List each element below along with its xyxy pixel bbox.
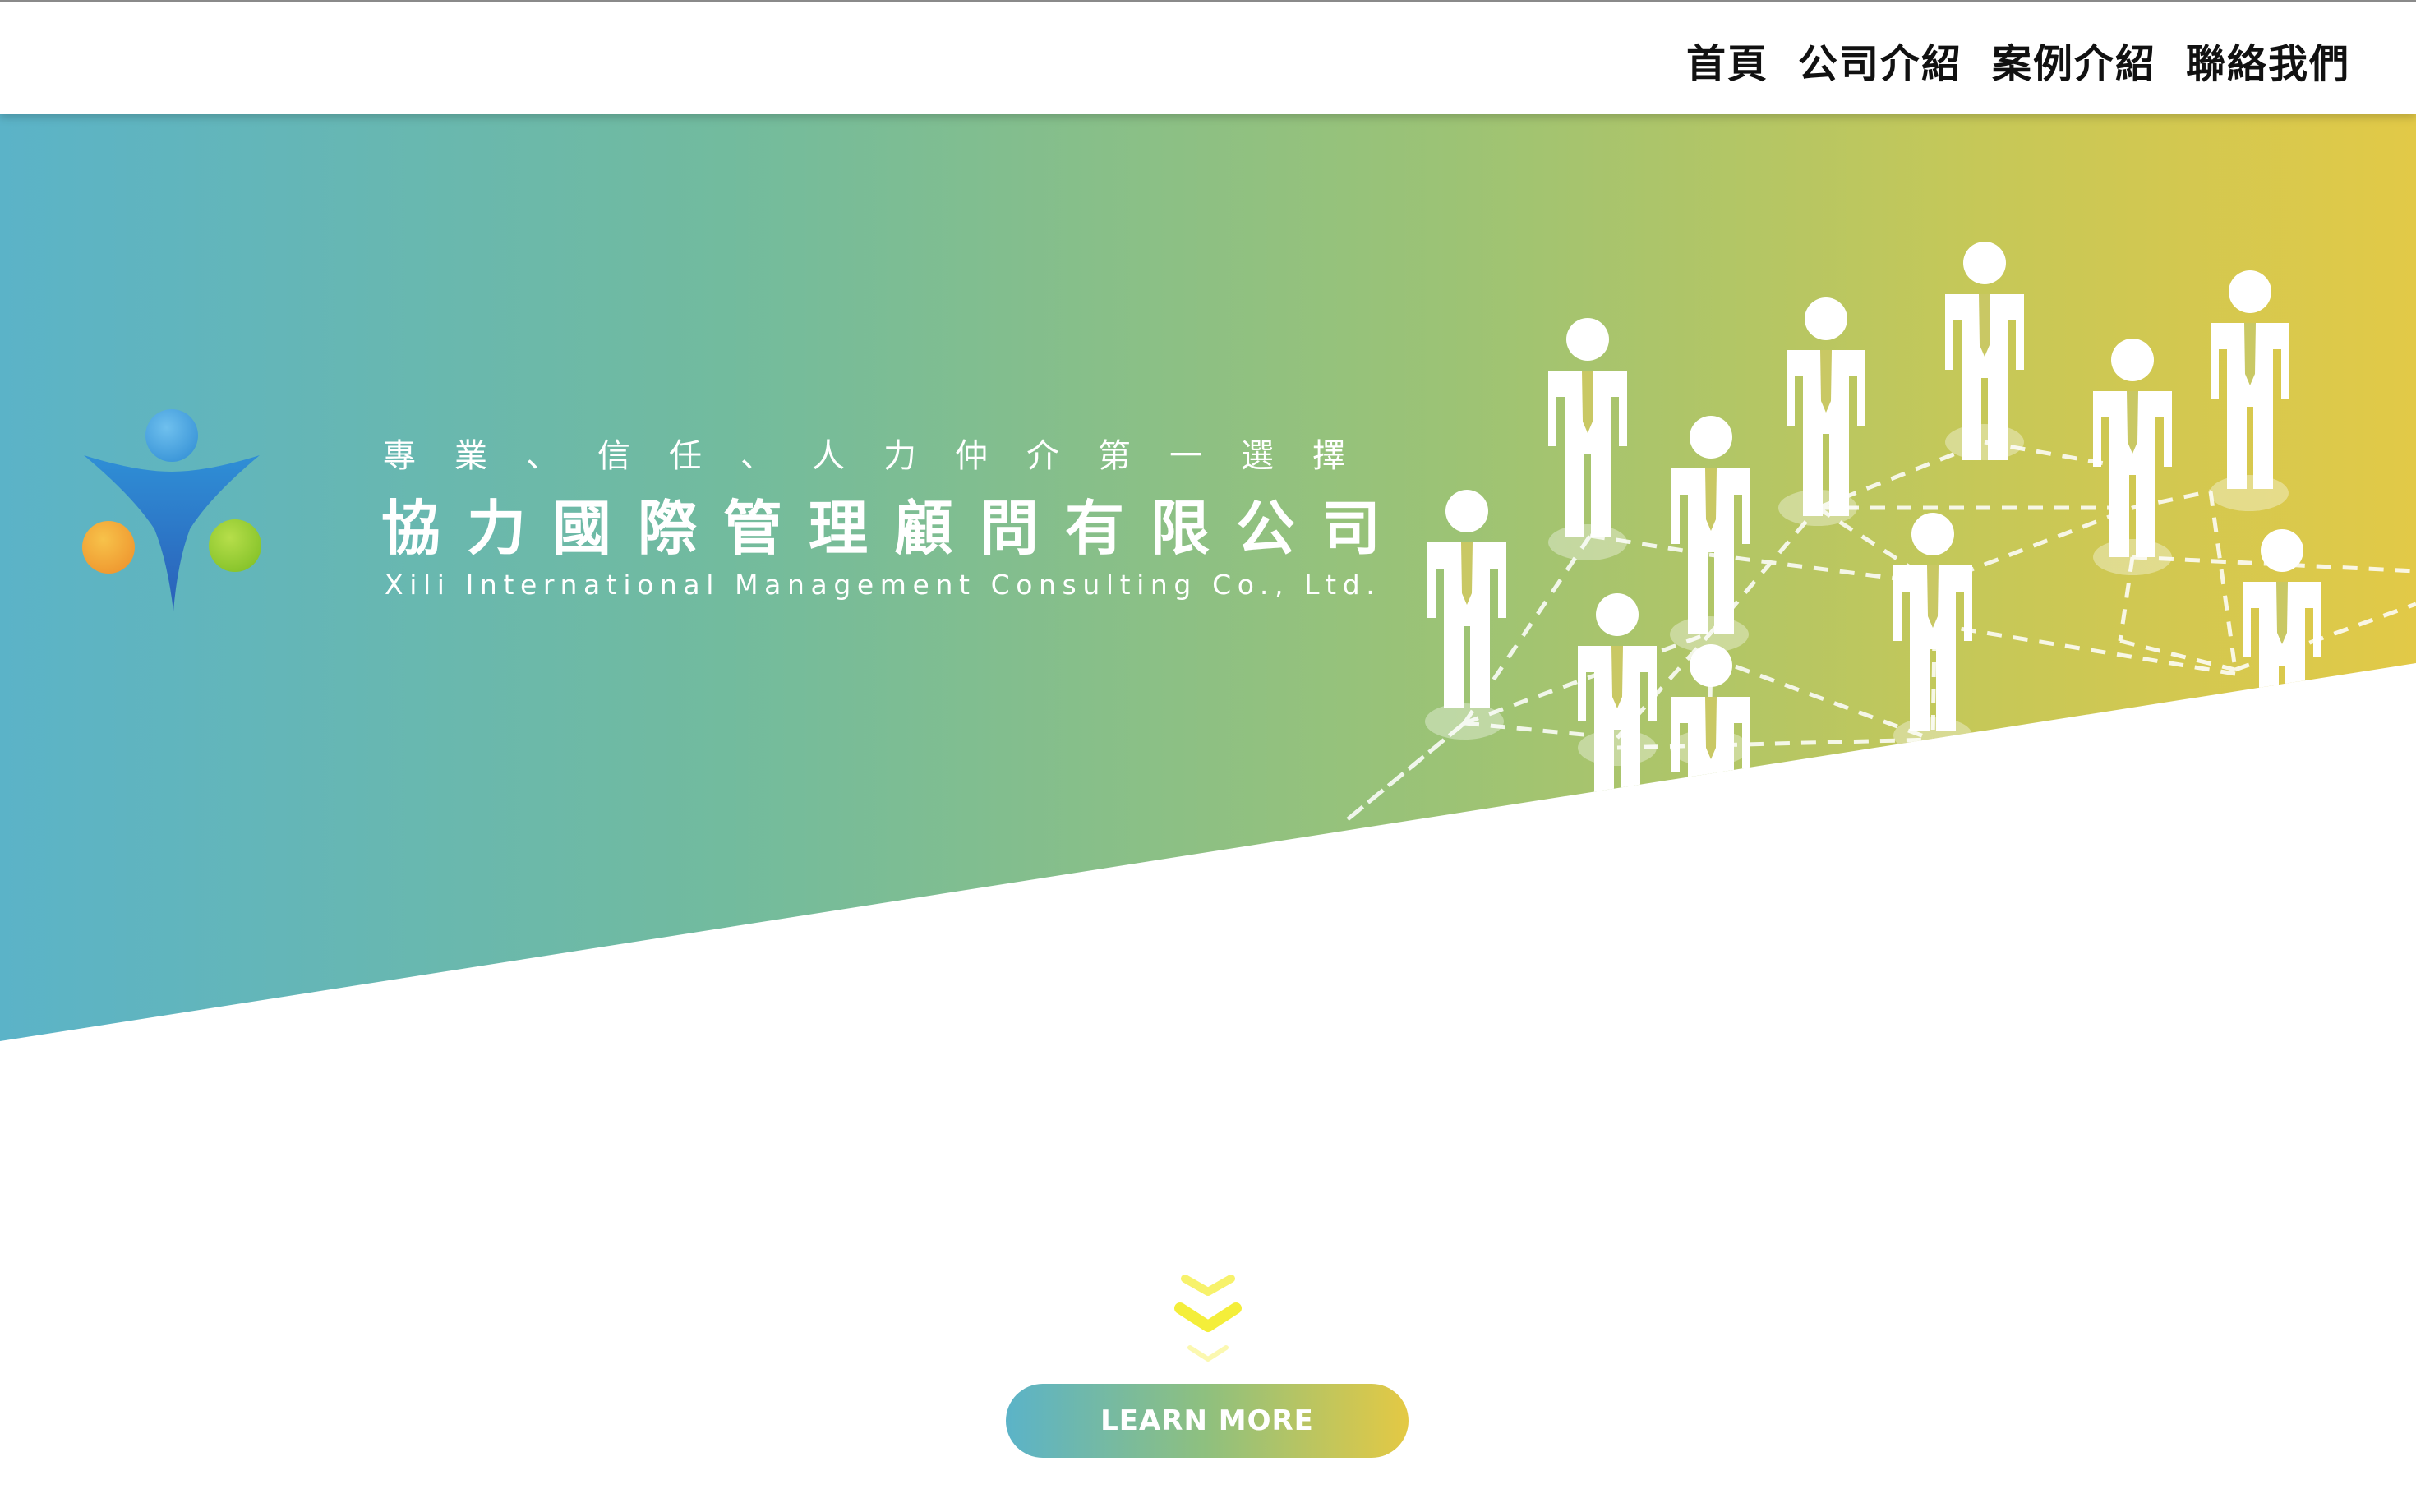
company-logo-icon <box>82 409 261 611</box>
company-name-english: Xili International Management Consulting… <box>385 569 1381 601</box>
main-nav: 首頁 公司介紹 案例介紹 聯絡我們 <box>1686 31 2350 89</box>
company-name-chinese: 協力國際管理顧問有限公司 <box>381 493 1408 563</box>
nav-item-home[interactable]: 首頁 <box>1686 31 1768 89</box>
nav-item-company-intro[interactable]: 公司介紹 <box>1798 31 1962 89</box>
chevron-down-icon[interactable] <box>1173 1272 1243 1371</box>
nav-item-contact-us[interactable]: 聯絡我們 <box>2186 31 2350 89</box>
learn-more-button[interactable]: LEARN MORE <box>1006 1384 1409 1458</box>
top-navigation-bar: 首頁 公司介紹 案例介紹 聯絡我們 <box>0 0 2416 114</box>
page: 首頁 公司介紹 案例介紹 聯絡我們 專業、信任、人力仲介第一選擇 協力國際管理顧… <box>0 0 2416 1512</box>
hero-slogan: 專業、信任、人力仲介第一選擇 <box>383 437 1384 475</box>
nav-item-case-intro[interactable]: 案例介紹 <box>1992 31 2156 89</box>
